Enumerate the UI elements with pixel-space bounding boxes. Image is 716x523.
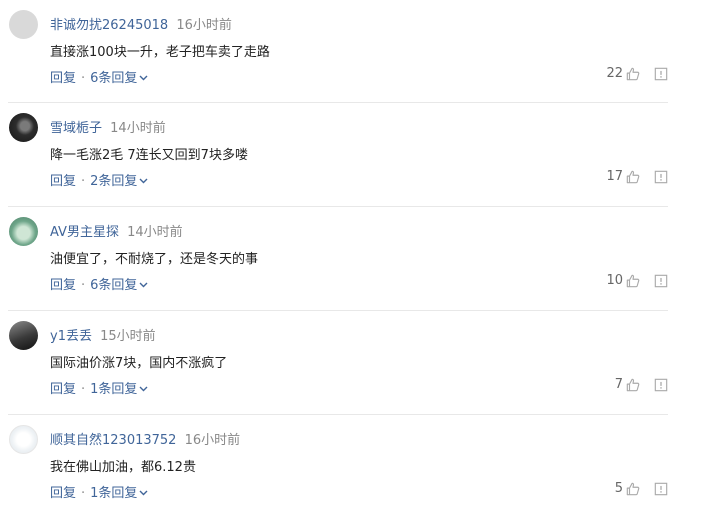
separator-dot: · [81, 174, 86, 189]
comment-header: AV男主星探 14小时前 [50, 221, 183, 240]
reply-count: 6条回复 [90, 278, 138, 293]
username[interactable]: 顺其自然123013752 [50, 433, 176, 448]
separator-dot: · [81, 71, 86, 86]
timestamp: 15小时前 [100, 329, 156, 344]
thumbs-up-icon[interactable] [626, 378, 640, 392]
chevron-down-icon [139, 282, 148, 288]
thumbs-up-icon[interactable] [626, 274, 640, 288]
like-count: 10 [606, 273, 623, 288]
chevron-down-icon [139, 490, 148, 496]
reply-count: 1条回复 [90, 486, 138, 501]
like-count: 7 [614, 377, 623, 392]
view-replies-button[interactable]: 1条回复 [90, 486, 148, 501]
username[interactable]: 非诚勿扰26245018 [50, 18, 168, 33]
comment-text: 国际油价涨7块，国内不涨疯了 [50, 356, 228, 371]
view-replies-button[interactable]: 2条回复 [90, 174, 148, 189]
comment-list: 非诚勿扰26245018 16小时前 直接涨100块一升，老子把车卖了走路 回复… [0, 0, 716, 519]
comment-stats: 10 [606, 273, 668, 288]
separator-dot: · [81, 486, 86, 501]
comment-item: 非诚勿扰26245018 16小时前 直接涨100块一升，老子把车卖了走路 回复… [8, 0, 668, 103]
comment-item: y1丢丢 15小时前 国际油价涨7块，国内不涨疯了 回复 · 1条回复 7 [8, 311, 668, 415]
view-replies-button[interactable]: 1条回复 [90, 382, 148, 397]
comment-stats: 22 [606, 66, 668, 81]
report-icon[interactable] [654, 67, 668, 81]
comment-header: y1丢丢 15小时前 [50, 325, 156, 344]
reply-button[interactable]: 回复 [50, 278, 76, 293]
comment-text: 我在佛山加油，都6.12贵 [50, 460, 196, 475]
comment-item: AV男主星探 14小时前 油便宜了，不耐烧了，还是冬天的事 回复 · 6条回复 10 [8, 207, 668, 311]
reply-count: 2条回复 [90, 174, 138, 189]
comment-stats: 17 [606, 169, 668, 184]
comment-actions: 回复 · 1条回复 [50, 378, 148, 397]
comment-actions: 回复 · 6条回复 [50, 67, 148, 86]
username[interactable]: y1丢丢 [50, 329, 92, 344]
comment-header: 顺其自然123013752 16小时前 [50, 429, 240, 448]
avatar[interactable] [9, 425, 38, 454]
reply-button[interactable]: 回复 [50, 71, 76, 86]
report-icon[interactable] [654, 170, 668, 184]
avatar[interactable] [9, 113, 38, 142]
thumbs-up-icon[interactable] [626, 67, 640, 81]
view-replies-button[interactable]: 6条回复 [90, 71, 148, 86]
comment-text: 直接涨100块一升，老子把车卖了走路 [50, 45, 270, 60]
comment-item: 顺其自然123013752 16小时前 我在佛山加油，都6.12贵 回复 · 1条回… [8, 415, 668, 519]
comment-text: 降一毛涨2毛 7连长又回到7块多喽 [50, 148, 248, 163]
thumbs-up-icon[interactable] [626, 482, 640, 496]
avatar[interactable] [9, 217, 38, 246]
comment-actions: 回复 · 6条回复 [50, 274, 148, 293]
timestamp: 14小时前 [127, 225, 183, 240]
username[interactable]: 雪域栀子 [50, 121, 102, 136]
reply-count: 1条回复 [90, 382, 138, 397]
like-count: 5 [614, 481, 623, 496]
reply-button[interactable]: 回复 [50, 382, 76, 397]
like-count: 17 [606, 169, 623, 184]
separator-dot: · [81, 382, 86, 397]
comment-item: 雪域栀子 14小时前 降一毛涨2毛 7连长又回到7块多喽 回复 · 2条回复 17 [8, 103, 668, 207]
like-count: 22 [606, 66, 623, 81]
comment-actions: 回复 · 2条回复 [50, 170, 148, 189]
chevron-down-icon [139, 75, 148, 81]
comment-actions: 回复 · 1条回复 [50, 482, 148, 501]
separator-dot: · [81, 278, 86, 293]
view-replies-button[interactable]: 6条回复 [90, 278, 148, 293]
report-icon[interactable] [654, 274, 668, 288]
reply-button[interactable]: 回复 [50, 486, 76, 501]
comment-header: 雪域栀子 14小时前 [50, 117, 166, 136]
report-icon[interactable] [654, 378, 668, 392]
avatar[interactable] [9, 10, 38, 39]
comment-stats: 5 [615, 481, 668, 496]
comment-text: 油便宜了，不耐烧了，还是冬天的事 [50, 252, 259, 267]
chevron-down-icon [139, 386, 148, 392]
chevron-down-icon [139, 178, 148, 184]
timestamp: 16小时前 [184, 433, 241, 448]
report-icon[interactable] [654, 482, 668, 496]
reply-button[interactable]: 回复 [50, 174, 76, 189]
timestamp: 16小时前 [176, 18, 232, 33]
thumbs-up-icon[interactable] [626, 170, 640, 184]
avatar[interactable] [9, 321, 38, 350]
username[interactable]: AV男主星探 [50, 225, 119, 240]
comment-stats: 7 [615, 377, 668, 392]
timestamp: 14小时前 [110, 121, 166, 136]
reply-count: 6条回复 [90, 71, 138, 86]
comment-header: 非诚勿扰26245018 16小时前 [50, 14, 232, 33]
